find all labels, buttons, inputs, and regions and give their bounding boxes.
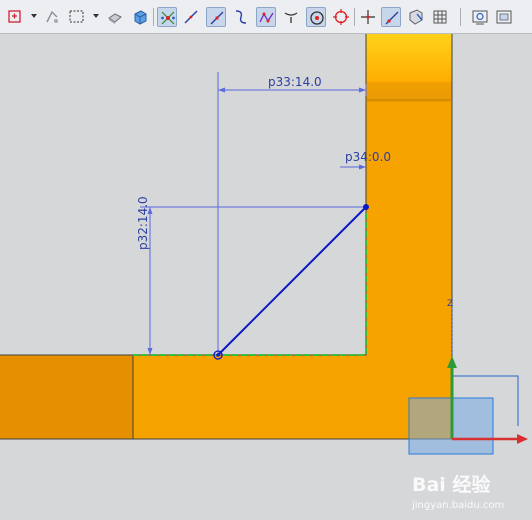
line-icon[interactable] xyxy=(181,7,201,27)
watermark-logo: Bai 经验 xyxy=(412,474,491,496)
watermark: Bai 经验 jingyan.baidu.com xyxy=(412,470,528,520)
render-style-icon[interactable] xyxy=(105,7,125,27)
z-axis-label: Z xyxy=(447,299,453,309)
dimension-p33[interactable]: p33:14.0 xyxy=(268,75,322,89)
sketch-line[interactable] xyxy=(217,206,367,356)
curve-icon[interactable] xyxy=(231,7,251,27)
point-on-line-icon[interactable] xyxy=(381,7,401,27)
dropdown-arrow-icon[interactable] xyxy=(31,14,37,18)
constraint-edge xyxy=(133,204,367,356)
sketch-profile-icon[interactable] xyxy=(6,7,26,27)
solid-view-icon[interactable] xyxy=(130,7,150,27)
frame-view-icon[interactable] xyxy=(494,7,514,27)
line-endpoint[interactable] xyxy=(363,204,369,210)
point-on-curve-icon[interactable] xyxy=(306,7,326,27)
fit-view-icon[interactable] xyxy=(470,7,490,27)
dimension-lines xyxy=(140,72,367,355)
crosshair-point-icon[interactable] xyxy=(358,7,378,27)
sketch-scene[interactable]: p33:14.0 p34:0.0 p32:14.0 Z xyxy=(0,34,532,486)
sketch-toolbar xyxy=(0,0,532,34)
fillet-icon[interactable] xyxy=(281,7,301,27)
part-top-band xyxy=(366,82,452,104)
graphics-canvas[interactable]: p33:14.0 p34:0.0 p32:14.0 Z Bai 经验 jingy… xyxy=(0,34,532,511)
dropdown-arrow-icon[interactable] xyxy=(93,14,99,18)
studio-spline-icon[interactable] xyxy=(256,7,276,27)
quick-trim-icon[interactable] xyxy=(42,7,62,27)
dimension-p34[interactable]: p34:0.0 xyxy=(345,150,391,164)
line-tangent-icon[interactable] xyxy=(206,7,226,27)
inferred-constraints-icon[interactable] xyxy=(157,7,177,27)
part-l-body xyxy=(133,102,452,439)
watermark-url: jingyan.baidu.com xyxy=(412,500,505,511)
selection-box-icon[interactable] xyxy=(67,7,87,27)
dimension-p32[interactable]: p32:14.0 xyxy=(136,196,150,250)
circle-center-icon[interactable] xyxy=(331,7,351,27)
part-left-block xyxy=(0,355,133,439)
grid-icon[interactable] xyxy=(430,7,450,27)
orient-view-icon[interactable] xyxy=(406,7,426,27)
part-top-face xyxy=(366,34,452,82)
